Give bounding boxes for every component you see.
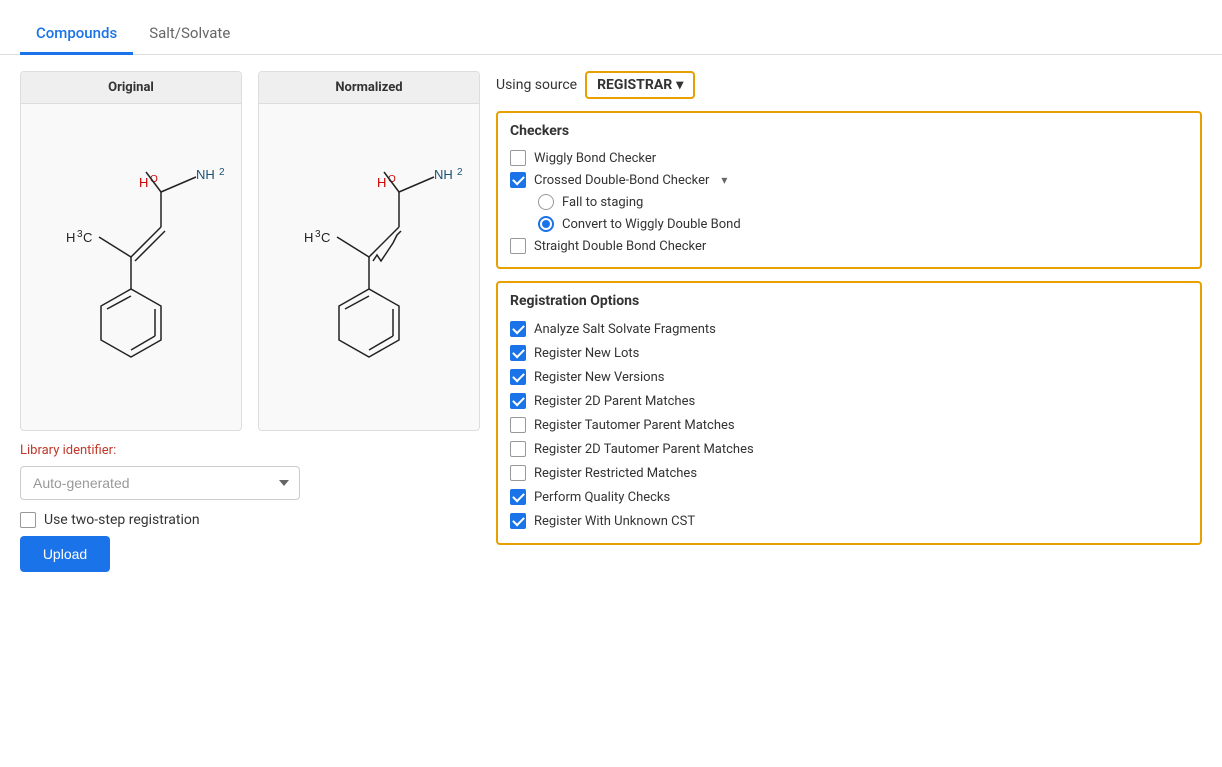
tabs-bar: Compounds Salt/Solvate — [0, 0, 1222, 55]
register-2d-tautomer-checkbox[interactable] — [510, 441, 526, 457]
svg-text:H: H — [139, 175, 148, 190]
left-panel: Original H 3 C — [20, 71, 480, 751]
right-panel: Using source REGISTRAR ▾ Checkers Wiggly… — [496, 71, 1202, 751]
library-label: Library identifier: — [20, 443, 480, 458]
two-step-checkbox[interactable] — [20, 512, 36, 528]
svg-text:H: H — [66, 230, 75, 245]
register-2d-parent-checkbox[interactable] — [510, 393, 526, 409]
straight-double-bond-checkbox[interactable] — [510, 238, 526, 254]
register-restricted-checkbox[interactable] — [510, 465, 526, 481]
main-content: Original H 3 C — [0, 55, 1222, 767]
reg-row-5: Register 2D Tautomer Parent Matches — [510, 437, 1188, 461]
source-prefix: Using source — [496, 77, 577, 93]
reg-row-1: Register New Lots — [510, 341, 1188, 365]
reg-row-8: Register With Unknown CST — [510, 509, 1188, 533]
perform-quality-label: Perform Quality Checks — [534, 490, 670, 505]
register-tautomer-parent-checkbox[interactable] — [510, 417, 526, 433]
registration-options-section: Registration Options Analyze Salt Solvat… — [496, 281, 1202, 545]
original-header: Original — [21, 72, 241, 104]
register-unknown-cst-label: Register With Unknown CST — [534, 514, 695, 529]
crossed-double-bond-label: Crossed Double-Bond Checker — [534, 173, 709, 188]
register-2d-parent-label: Register 2D Parent Matches — [534, 394, 695, 409]
checkers-title: Checkers — [510, 123, 1188, 139]
registration-options-title: Registration Options — [510, 293, 1188, 309]
register-2d-tautomer-label: Register 2D Tautomer Parent Matches — [534, 442, 754, 457]
molecule-panels: Original H 3 C — [20, 71, 480, 431]
svg-text:H: H — [377, 175, 386, 190]
reg-row-0: Analyze Salt Solvate Fragments — [510, 317, 1188, 341]
register-new-lots-checkbox[interactable] — [510, 345, 526, 361]
svg-text:H: H — [304, 230, 313, 245]
straight-double-bond-row: Straight Double Bond Checker — [510, 235, 1188, 257]
wiggly-bond-checker-row: Wiggly Bond Checker — [510, 147, 1188, 169]
svg-text:2: 2 — [219, 167, 225, 178]
analyze-salt-label: Analyze Salt Solvate Fragments — [534, 322, 716, 337]
wiggly-bond-checkbox[interactable] — [510, 150, 526, 166]
register-new-lots-label: Register New Lots — [534, 346, 639, 361]
original-molecule-box: Original H 3 C — [20, 71, 242, 431]
reg-row-4: Register Tautomer Parent Matches — [510, 413, 1188, 437]
fall-to-staging-row: Fall to staging — [510, 191, 1188, 213]
source-select-button[interactable]: REGISTRAR ▾ — [585, 71, 695, 99]
upload-button[interactable]: Upload — [20, 536, 110, 572]
fall-to-staging-radio[interactable] — [538, 194, 554, 210]
library-select[interactable]: Auto-generated — [20, 466, 300, 500]
svg-text:NH: NH — [434, 167, 453, 182]
normalized-molecule-box: Normalized H 3 C — [258, 71, 480, 431]
straight-double-bond-label: Straight Double Bond Checker — [534, 239, 706, 254]
crossed-double-bond-dropdown-arrow[interactable]: ▾ — [721, 173, 727, 187]
register-unknown-cst-checkbox[interactable] — [510, 513, 526, 529]
two-step-label: Use two-step registration — [44, 512, 200, 528]
reg-row-6: Register Restricted Matches — [510, 461, 1188, 485]
perform-quality-checkbox[interactable] — [510, 489, 526, 505]
analyze-salt-checkbox[interactable] — [510, 321, 526, 337]
source-dropdown-arrow: ▾ — [676, 77, 683, 93]
svg-text:C: C — [321, 230, 330, 245]
svg-text:NH: NH — [196, 167, 215, 182]
fall-to-staging-label: Fall to staging — [562, 195, 643, 210]
convert-wiggly-label: Convert to Wiggly Double Bond — [562, 217, 741, 232]
crossed-double-bond-row: Crossed Double-Bond Checker ▾ — [510, 169, 1188, 191]
checkers-section: Checkers Wiggly Bond Checker Crossed Dou… — [496, 111, 1202, 269]
reg-row-7: Perform Quality Checks — [510, 485, 1188, 509]
reg-row-2: Register New Versions — [510, 365, 1188, 389]
wiggly-bond-label: Wiggly Bond Checker — [534, 151, 656, 166]
convert-wiggly-radio[interactable] — [538, 216, 554, 232]
tab-compounds[interactable]: Compounds — [20, 14, 133, 55]
library-section: Library identifier: Auto-generated Use t… — [20, 443, 480, 572]
tab-salt-solvate[interactable]: Salt/Solvate — [133, 14, 246, 55]
register-new-versions-label: Register New Versions — [534, 370, 664, 385]
convert-wiggly-row: Convert to Wiggly Double Bond — [510, 213, 1188, 235]
crossed-double-bond-checkbox[interactable] — [510, 172, 526, 188]
normalized-svg-area: H 3 C H O NH — [261, 104, 477, 430]
reg-row-3: Register 2D Parent Matches — [510, 389, 1188, 413]
svg-text:2: 2 — [457, 167, 463, 178]
source-value: REGISTRAR — [597, 77, 672, 93]
normalized-header: Normalized — [259, 72, 479, 104]
register-new-versions-checkbox[interactable] — [510, 369, 526, 385]
register-restricted-label: Register Restricted Matches — [534, 466, 697, 481]
svg-text:C: C — [83, 230, 92, 245]
two-step-row: Use two-step registration — [20, 512, 480, 528]
source-row: Using source REGISTRAR ▾ — [496, 71, 1202, 99]
original-svg-area: H 3 C H O NH 2 — [23, 104, 239, 430]
register-tautomer-parent-label: Register Tautomer Parent Matches — [534, 418, 735, 433]
